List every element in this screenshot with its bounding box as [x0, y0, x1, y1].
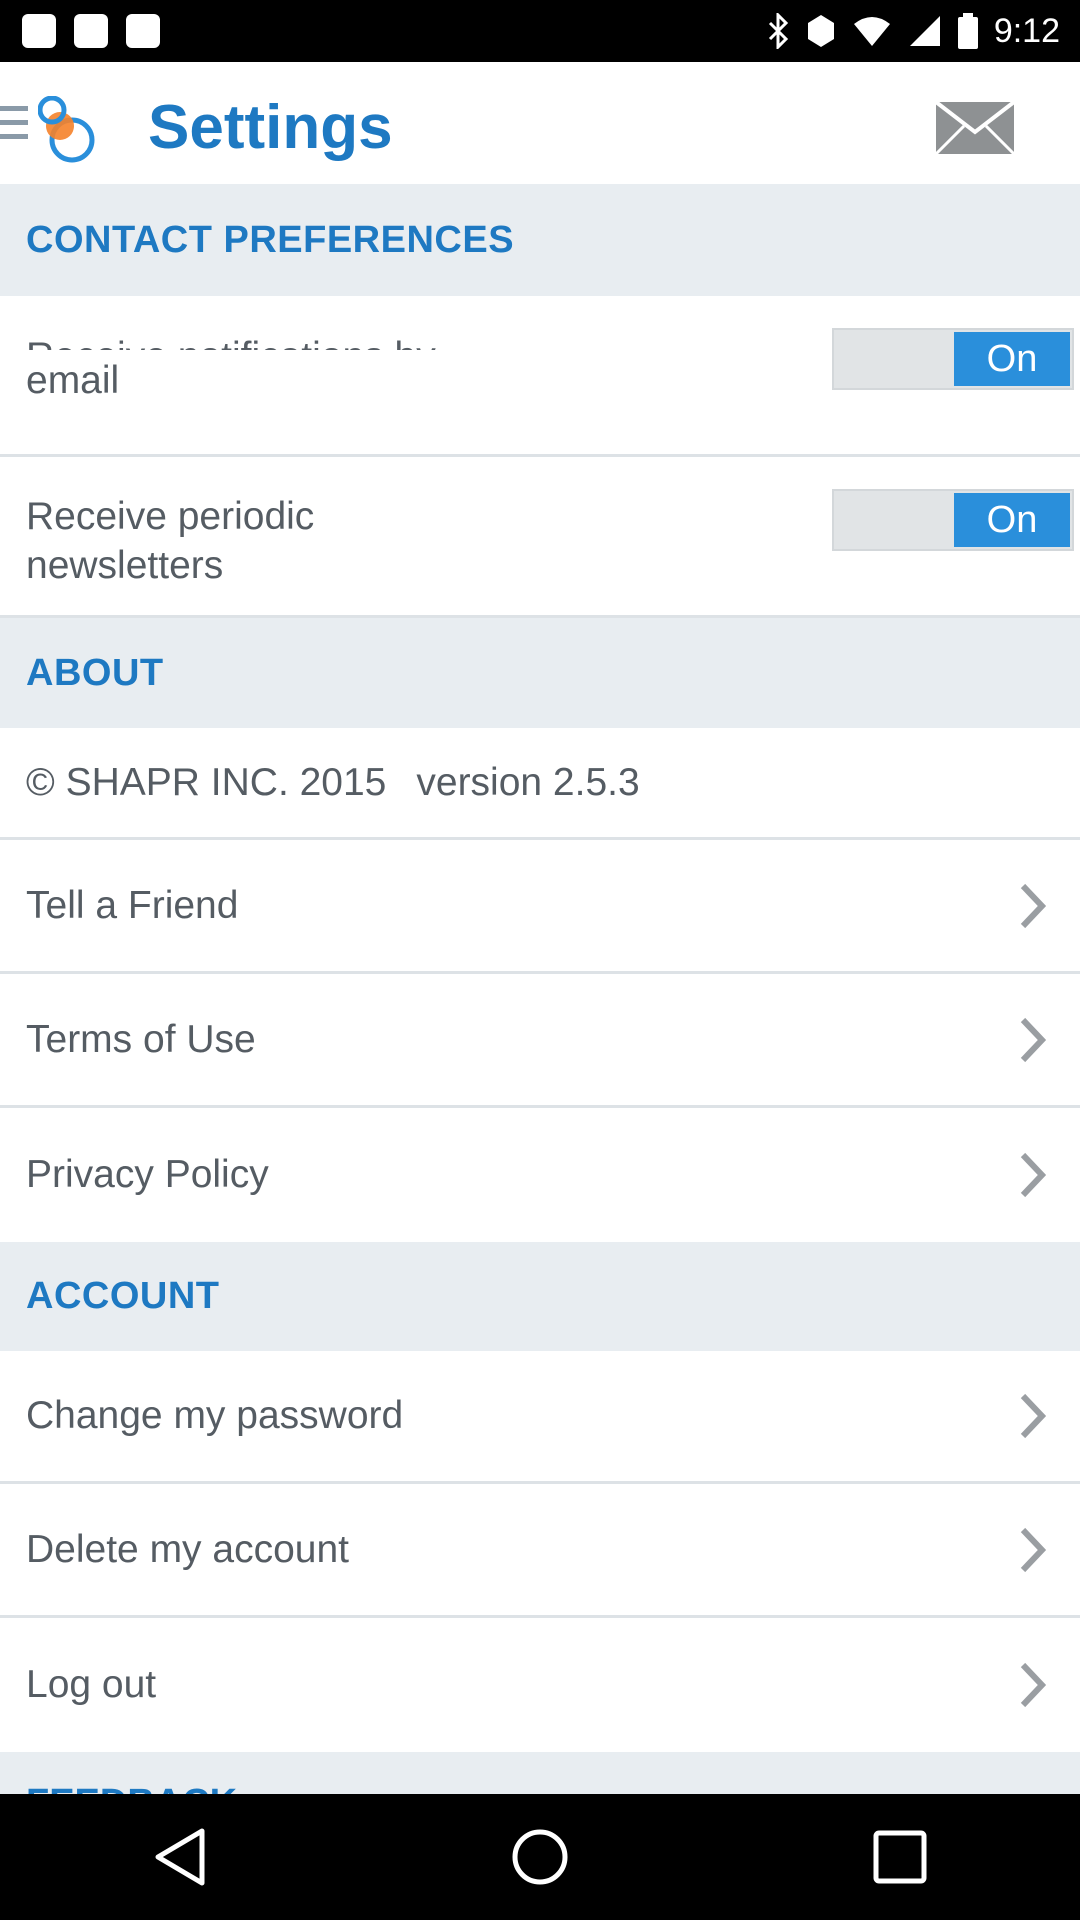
menu-icon[interactable] — [0, 106, 28, 146]
list-item-label: Change my password — [26, 1394, 404, 1437]
bluetooth-icon — [768, 13, 788, 49]
settings-list: CONTACT PREFERENCES Receive notification… — [0, 184, 1080, 1796]
setting-label-line1: Receive notifications by — [26, 332, 586, 350]
status-time: 9:12 — [993, 11, 1060, 50]
list-item-label: Tell a Friend — [26, 883, 239, 927]
signal-icon — [909, 16, 940, 46]
recents-icon — [873, 1830, 927, 1884]
copyright-text: © SHAPR INC. 2015 — [26, 760, 387, 804]
chevron-right-icon — [1020, 1527, 1046, 1572]
shapr-logo-icon[interactable] — [38, 96, 108, 166]
status-bar: 9:12 — [0, 0, 1080, 62]
list-item-label: Privacy Policy — [26, 1153, 269, 1196]
notification-icon — [74, 14, 108, 48]
section-header-feedback: FEEDBACK — [0, 1752, 1080, 1796]
list-item-label: Delete my account — [26, 1527, 349, 1571]
newsletters-toggle[interactable]: On — [832, 489, 1074, 551]
data-icon — [807, 15, 834, 47]
notification-icon — [22, 14, 56, 48]
page-title: Settings — [148, 93, 393, 162]
section-header-account: ACCOUNT — [0, 1242, 1080, 1351]
setting-label: Receive periodic newsletters — [26, 457, 586, 590]
home-button[interactable] — [480, 1812, 600, 1902]
notification-icons — [22, 14, 160, 48]
section-header-about: ABOUT — [0, 618, 1080, 728]
app-header: Settings — [0, 62, 1080, 188]
version-text: version 2.5.3 — [416, 760, 640, 804]
list-item-terms-of-use[interactable]: Terms of Use — [0, 974, 1080, 1108]
recents-button[interactable] — [840, 1812, 960, 1902]
back-button[interactable] — [120, 1812, 240, 1902]
section-header-contact-preferences: CONTACT PREFERENCES — [0, 184, 1080, 296]
chevron-right-icon — [1020, 1662, 1046, 1708]
chevron-right-icon — [1020, 1152, 1046, 1198]
setting-email-notifications: Receive notifications by email On — [0, 296, 1080, 457]
setting-label-line1: Receive periodic — [26, 495, 315, 538]
mail-icon[interactable] — [934, 100, 1016, 156]
notification-icon — [126, 14, 160, 48]
list-item-tell-a-friend[interactable]: Tell a Friend — [0, 840, 1080, 974]
list-item-delete-account[interactable]: Delete my account — [0, 1484, 1080, 1618]
chevron-right-icon — [1020, 1017, 1046, 1062]
chevron-right-icon — [1020, 1393, 1046, 1439]
setting-label: Receive notifications by email — [26, 296, 586, 405]
list-item-label: Terms of Use — [26, 1017, 256, 1061]
toggle-on-label: On — [954, 332, 1070, 386]
list-item-label: Log out — [26, 1663, 157, 1706]
about-info: © SHAPR INC. 2015 version 2.5.3 — [0, 728, 1080, 840]
back-icon — [155, 1828, 205, 1886]
toggle-on-label: On — [954, 493, 1070, 547]
list-item-log-out[interactable]: Log out — [0, 1618, 1080, 1752]
setting-label-line2: newsletters — [26, 544, 224, 587]
setting-newsletters: Receive periodic newsletters On — [0, 457, 1080, 618]
list-item-change-password[interactable]: Change my password — [0, 1351, 1080, 1484]
chevron-right-icon — [1020, 883, 1046, 928]
navigation-bar — [0, 1794, 1080, 1920]
email-notifications-toggle[interactable]: On — [832, 328, 1074, 390]
status-icons: 9:12 — [766, 8, 1060, 54]
list-item-privacy-policy[interactable]: Privacy Policy — [0, 1108, 1080, 1242]
battery-icon — [957, 13, 978, 49]
home-icon — [512, 1829, 568, 1885]
setting-label-line2: email — [26, 359, 120, 402]
wifi-icon — [853, 17, 890, 46]
